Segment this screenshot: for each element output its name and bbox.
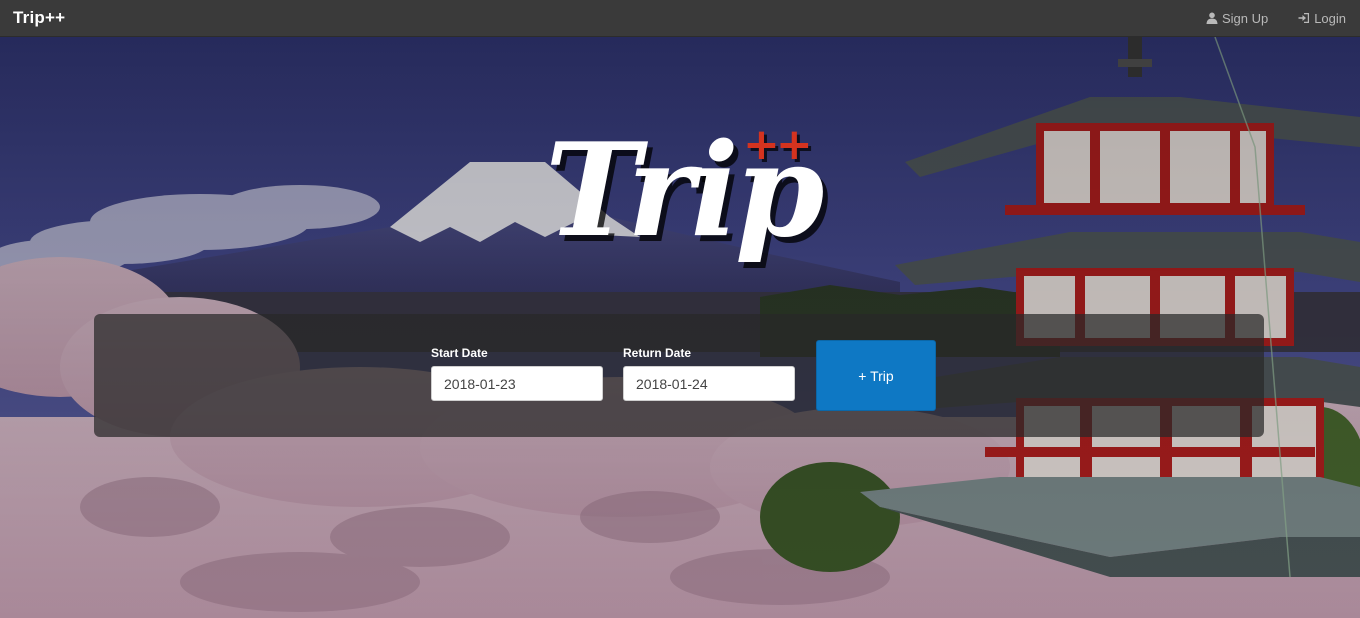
hero-logo: Trip ++ (545, 123, 845, 327)
user-icon (1206, 12, 1218, 24)
login-icon (1298, 13, 1310, 23)
signup-label: Sign Up (1221, 10, 1269, 26)
start-date-input[interactable] (431, 366, 603, 401)
signup-link[interactable]: Sign Up (1206, 11, 1268, 26)
login-label: Login (1314, 10, 1346, 26)
login-link[interactable]: Login (1298, 11, 1346, 26)
start-date-label: Start Date (431, 346, 488, 360)
return-date-group: Return Date (623, 346, 795, 401)
nav-right: Sign Up Login (1206, 11, 1346, 26)
return-date-input[interactable] (623, 366, 795, 401)
navbar: Trip++ Sign Up Login (0, 0, 1360, 37)
brand-link[interactable]: Trip++ (13, 8, 65, 28)
logo-plus-suffix: ++ (743, 119, 813, 170)
start-date-group: Start Date (431, 346, 603, 401)
add-trip-button[interactable]: + Trip (816, 340, 936, 411)
trip-search-panel: Start Date Return Date + Trip (94, 314, 1264, 437)
return-date-label: Return Date (623, 346, 692, 360)
hero-section: Trip ++ Start Date Return Date + Trip (0, 37, 1360, 618)
